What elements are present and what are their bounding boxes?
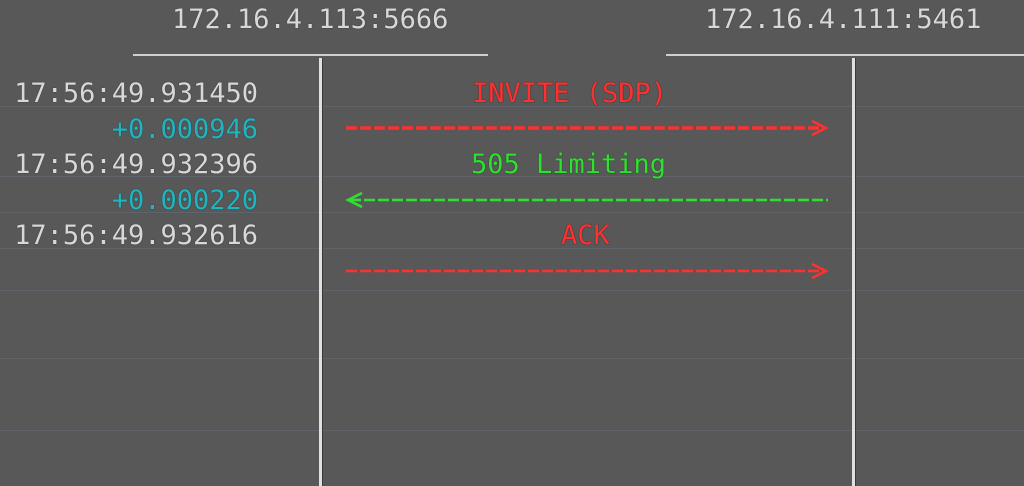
grid-line <box>0 358 1024 359</box>
grid-line <box>0 430 1024 431</box>
endpoint-right-address: 172.16.4.111:5461 <box>705 4 982 35</box>
message-arrow-ack[interactable] <box>344 263 830 279</box>
sip-flow-screen: 172.16.4.113:5666 172.16.4.111:5461 17:5… <box>0 0 1024 486</box>
message-arrow-invite[interactable] <box>344 120 830 136</box>
message-label-invite[interactable]: INVITE (SDP) <box>472 80 667 107</box>
grid-line <box>0 290 1024 291</box>
endpoint-left-address: 172.16.4.113:5666 <box>172 4 449 35</box>
message-label-505[interactable]: 505 Limiting <box>471 151 666 178</box>
message-label-ack[interactable]: ACK <box>561 222 610 249</box>
row-time[interactable]: 17:56:49.932616 <box>14 222 258 249</box>
endpoint-right-rule <box>666 54 1024 56</box>
row-time[interactable]: 17:56:49.931450 <box>14 80 258 107</box>
endpoint-right-lifeline <box>852 58 855 486</box>
row-delta: +0.000946 <box>111 114 258 145</box>
row-delta: +0.000220 <box>111 185 258 216</box>
endpoint-left-rule <box>133 54 488 56</box>
endpoint-left-lifeline <box>319 58 322 486</box>
row-time[interactable]: 17:56:49.932396 <box>14 151 258 178</box>
message-arrow-505[interactable] <box>344 192 830 208</box>
